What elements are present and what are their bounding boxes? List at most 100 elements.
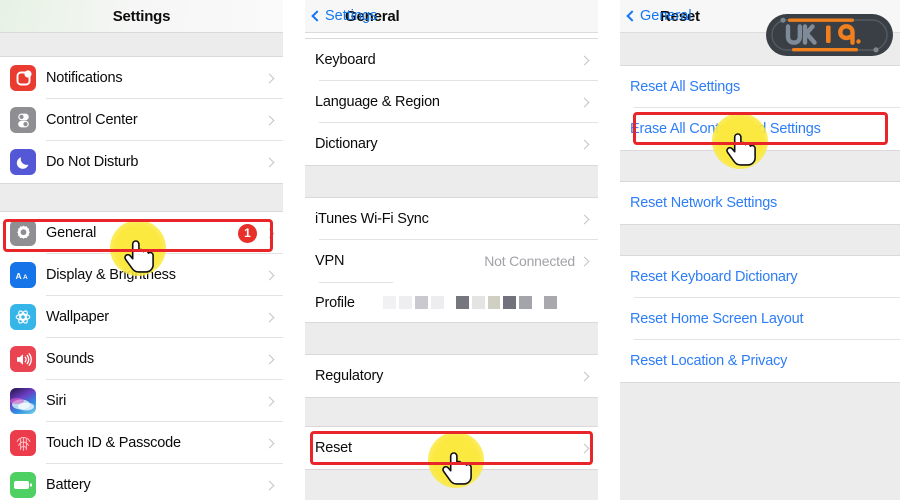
wallpaper-icon — [10, 304, 36, 330]
notifications-icon — [10, 65, 36, 91]
list-item-itunes-wifi-sync[interactable]: iTunes Wi-Fi Sync — [305, 198, 598, 240]
svg-text:A: A — [23, 274, 28, 281]
group-spacer — [0, 33, 283, 56]
chevron-right-icon — [579, 443, 590, 453]
group-spacer — [305, 469, 598, 500]
reset-group-1: Reset All Settings Erase All Content and… — [620, 65, 900, 150]
sidebar-item-battery[interactable]: Battery — [0, 464, 283, 500]
reset-group-3: Reset Keyboard Dictionary Reset Home Scr… — [620, 256, 900, 382]
row-label: Battery — [46, 477, 91, 493]
settings-group-1: Notifications Control Center Do Not Dist… — [0, 56, 283, 183]
list-item-erase-all-content-and-settings[interactable]: Erase All Content and Settings — [620, 108, 900, 150]
sidebar-item-display-brightness[interactable]: A A Display & Brightness — [0, 254, 283, 296]
back-button-label: General — [640, 8, 692, 24]
row-label: Keyboard — [315, 52, 376, 68]
list-item-keyboard[interactable]: Keyboard — [305, 39, 598, 81]
general-gear-icon — [10, 220, 36, 246]
general-group-3: Regulatory — [305, 355, 598, 397]
chevron-left-icon — [311, 10, 323, 22]
list-item-reset[interactable]: Reset — [305, 427, 598, 469]
general-group-1: Keyboard Language & Region Dictionary — [305, 38, 598, 165]
chevron-right-icon — [579, 256, 590, 266]
battery-icon — [10, 472, 36, 498]
row-label: Reset Keyboard Dictionary — [630, 269, 798, 285]
touch-id-icon — [10, 430, 36, 456]
group-spacer — [620, 150, 900, 182]
list-item-reset-all-settings[interactable]: Reset All Settings — [620, 66, 900, 108]
group-spacer — [305, 165, 598, 198]
svg-text:A: A — [15, 271, 21, 281]
chevron-right-icon — [264, 354, 275, 364]
display-brightness-icon: A A — [10, 262, 36, 288]
list-item-reset-home-screen-layout[interactable]: Reset Home Screen Layout — [620, 298, 900, 340]
list-item-profile[interactable]: Profile — [305, 283, 598, 322]
row-label: Regulatory — [315, 368, 384, 384]
status-badge: 1 — [238, 223, 257, 243]
list-item-vpn[interactable]: VPN Not Connected — [305, 240, 598, 282]
chevron-right-icon — [579, 55, 590, 65]
general-navbar: Settings General — [305, 0, 598, 33]
sidebar-item-siri[interactable]: Siri — [0, 380, 283, 422]
row-label: Profile — [315, 294, 355, 311]
sidebar-item-touch-id-passcode[interactable]: Touch ID & Passcode — [0, 422, 283, 464]
row-label: Erase All Content and Settings — [630, 121, 821, 137]
sidebar-item-wallpaper[interactable]: Wallpaper — [0, 296, 283, 338]
settings-group-2: General 1 A A Display & Brightness Wallp… — [0, 211, 283, 500]
row-label: Reset Location & Privacy — [630, 353, 788, 369]
do-not-disturb-icon — [10, 149, 36, 175]
row-label: General — [46, 225, 97, 241]
chevron-right-icon — [579, 371, 590, 381]
row-label: iTunes Wi-Fi Sync — [315, 211, 429, 227]
sidebar-item-do-not-disturb[interactable]: Do Not Disturb — [0, 141, 283, 183]
row-label: Notifications — [46, 70, 123, 86]
back-button-general[interactable]: General — [620, 8, 692, 24]
group-spacer — [305, 397, 598, 427]
list-item-language-region[interactable]: Language & Region — [305, 81, 598, 123]
chevron-right-icon — [264, 312, 275, 322]
page-title: Settings — [112, 7, 171, 25]
vpn-status-value: Not Connected — [484, 253, 575, 269]
row-label: Reset Network Settings — [630, 195, 778, 211]
back-button-settings[interactable]: Settings — [305, 8, 377, 24]
row-label: Display & Brightness — [46, 267, 176, 283]
chevron-right-icon — [264, 73, 275, 83]
settings-navbar: Settings — [0, 0, 283, 33]
general-group-4: Reset — [305, 427, 598, 469]
row-label: Reset All Settings — [630, 79, 741, 95]
row-label: VPN — [315, 253, 345, 269]
row-label: Reset Home Screen Layout — [630, 311, 804, 327]
panel-settings: Settings Notifications Control Center Do… — [0, 0, 283, 500]
list-item-reset-location-privacy[interactable]: Reset Location & Privacy — [620, 340, 900, 382]
row-label: Dictionary — [315, 136, 378, 152]
screenshot-root: Settings Notifications Control Center Do… — [0, 0, 900, 500]
row-label: Do Not Disturb — [46, 154, 139, 170]
panel-reset: General Reset Reset All Settings Erase A… — [620, 0, 900, 500]
list-item-regulatory[interactable]: Regulatory — [305, 355, 598, 397]
chevron-right-icon — [264, 438, 275, 448]
sidebar-item-sounds[interactable]: Sounds — [0, 338, 283, 380]
chevron-left-icon — [626, 10, 638, 22]
list-item-reset-keyboard-dictionary[interactable]: Reset Keyboard Dictionary — [620, 256, 900, 298]
chevron-right-icon — [264, 270, 275, 280]
profile-value-redacted — [382, 296, 557, 309]
sidebar-item-general[interactable]: General 1 — [0, 212, 283, 254]
chevron-right-icon — [264, 157, 275, 167]
sounds-icon — [10, 346, 36, 372]
group-spacer — [305, 322, 598, 355]
list-item-reset-network-settings[interactable]: Reset Network Settings — [620, 182, 900, 224]
control-center-icon — [10, 107, 36, 133]
row-label: Siri — [46, 393, 67, 409]
sidebar-item-control-center[interactable]: Control Center — [0, 99, 283, 141]
chevron-right-icon — [264, 480, 275, 490]
chevron-right-icon — [579, 97, 590, 107]
list-item-dictionary[interactable]: Dictionary — [305, 123, 598, 165]
general-group-2: iTunes Wi-Fi Sync VPN Not Connected Prof… — [305, 198, 598, 322]
sidebar-item-notifications[interactable]: Notifications — [0, 57, 283, 99]
back-button-label: Settings — [325, 8, 378, 24]
chevron-right-icon — [264, 115, 275, 125]
row-label: Sounds — [46, 351, 94, 367]
chevron-right-icon — [579, 214, 590, 224]
row-label: Control Center — [46, 112, 138, 128]
chevron-right-icon — [579, 139, 590, 149]
row-label: Language & Region — [315, 94, 440, 110]
